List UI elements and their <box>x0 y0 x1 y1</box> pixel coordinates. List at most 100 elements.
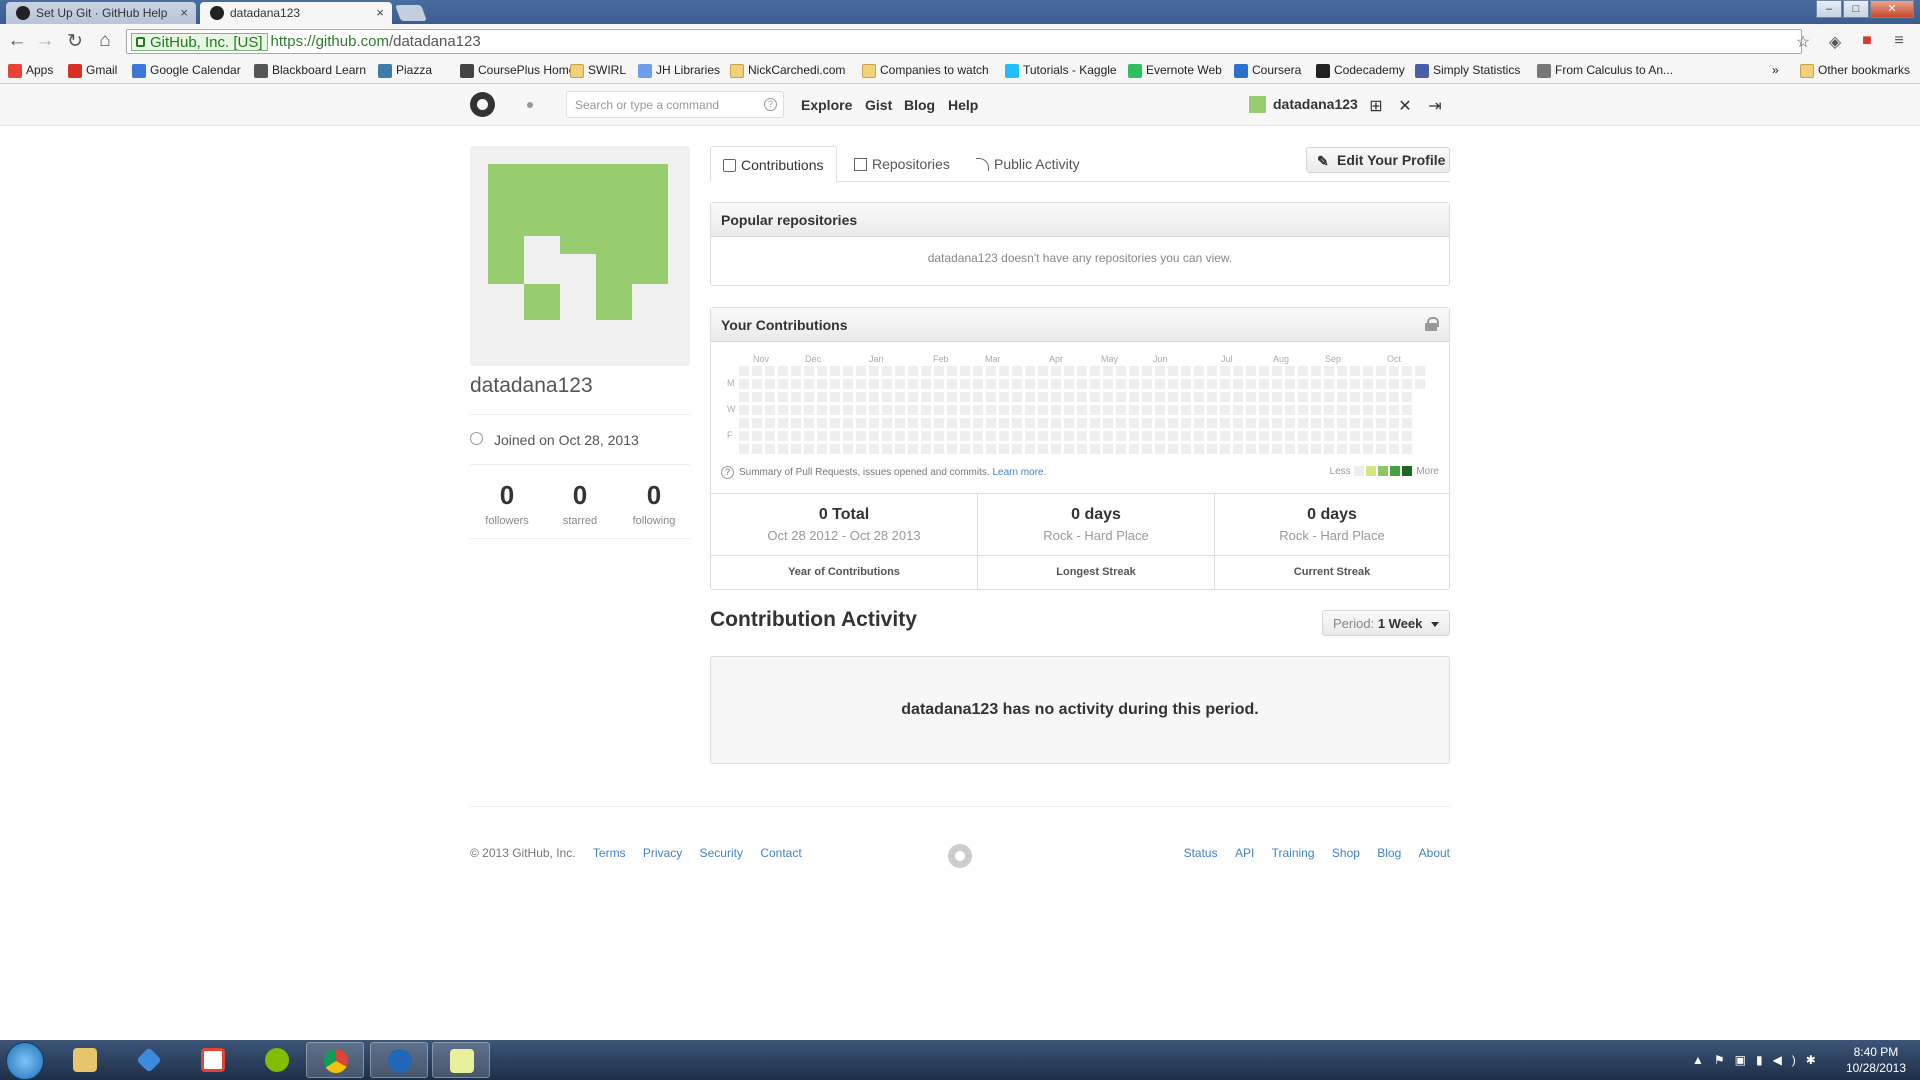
calendar-day-cell[interactable] <box>1220 379 1230 389</box>
calendar-day-cell[interactable] <box>765 405 775 415</box>
calendar-day-cell[interactable] <box>934 405 944 415</box>
calendar-day-cell[interactable] <box>778 392 788 402</box>
calendar-day-cell[interactable] <box>1246 418 1256 428</box>
calendar-day-cell[interactable] <box>1233 392 1243 402</box>
calendar-day-cell[interactable] <box>1376 392 1386 402</box>
calendar-day-cell[interactable] <box>986 418 996 428</box>
browser-tab-datadana123[interactable]: datadana123 × <box>200 2 392 24</box>
calendar-day-cell[interactable] <box>1207 379 1217 389</box>
calendar-day-cell[interactable] <box>1324 392 1334 402</box>
calendar-day-cell[interactable] <box>843 444 853 454</box>
notifications-dot-icon[interactable] <box>527 102 533 108</box>
calendar-day-cell[interactable] <box>791 444 801 454</box>
calendar-day-cell[interactable] <box>999 444 1009 454</box>
bookmark-15[interactable]: From Calculus to An... <box>1535 63 1673 78</box>
calendar-day-cell[interactable] <box>804 418 814 428</box>
calendar-day-cell[interactable] <box>1155 366 1165 376</box>
calendar-day-cell[interactable] <box>1025 444 1035 454</box>
calendar-day-cell[interactable] <box>1376 431 1386 441</box>
tab-close-icon[interactable]: × <box>180 5 188 20</box>
calendar-day-cell[interactable] <box>1389 366 1399 376</box>
calendar-day-cell[interactable] <box>1038 431 1048 441</box>
calendar-day-cell[interactable] <box>1220 392 1230 402</box>
calendar-day-cell[interactable] <box>1025 418 1035 428</box>
calendar-day-cell[interactable] <box>869 431 879 441</box>
calendar-day-cell[interactable] <box>1025 379 1035 389</box>
calendar-day-cell[interactable] <box>1389 431 1399 441</box>
calendar-day-cell[interactable] <box>869 392 879 402</box>
calendar-day-cell[interactable] <box>1168 418 1178 428</box>
calendar-day-cell[interactable] <box>1259 431 1269 441</box>
calendar-day-cell[interactable] <box>1168 431 1178 441</box>
calendar-day-cell[interactable] <box>856 392 866 402</box>
calendar-day-cell[interactable] <box>1012 392 1022 402</box>
calendar-day-cell[interactable] <box>1259 392 1269 402</box>
calendar-day-cell[interactable] <box>947 379 957 389</box>
calendar-day-cell[interactable] <box>1168 379 1178 389</box>
calendar-day-cell[interactable] <box>960 405 970 415</box>
calendar-day-cell[interactable] <box>1142 418 1152 428</box>
system-tray[interactable]: ▲⚑▣▮◀)✱ <box>1692 1053 1826 1067</box>
calendar-day-cell[interactable] <box>1012 379 1022 389</box>
calendar-day-cell[interactable] <box>1389 418 1399 428</box>
calendar-day-cell[interactable] <box>1389 379 1399 389</box>
calendar-day-cell[interactable] <box>921 379 931 389</box>
footer-link-privacy[interactable]: Privacy <box>643 846 682 860</box>
calendar-day-cell[interactable] <box>1402 405 1412 415</box>
calendar-day-cell[interactable] <box>947 405 957 415</box>
tab-public-activity[interactable]: Public Activity <box>964 146 1092 182</box>
calendar-day-cell[interactable] <box>947 366 957 376</box>
calendar-day-cell[interactable] <box>1389 392 1399 402</box>
calendar-day-cell[interactable] <box>908 392 918 402</box>
calendar-day-cell[interactable] <box>1220 418 1230 428</box>
calendar-day-cell[interactable] <box>843 379 853 389</box>
system-clock[interactable]: 8:40 PM 10/28/2013 <box>1846 1044 1906 1076</box>
calendar-day-cell[interactable] <box>895 405 905 415</box>
calendar-day-cell[interactable] <box>1142 444 1152 454</box>
close-window-icon[interactable]: ✕ <box>1870 0 1914 18</box>
bookmark-13[interactable]: Codecademy <box>1314 63 1405 78</box>
calendar-day-cell[interactable] <box>908 444 918 454</box>
bookmark-0[interactable]: Apps <box>6 63 53 78</box>
calendar-day-cell[interactable] <box>1363 444 1373 454</box>
calendar-day-cell[interactable] <box>973 431 983 441</box>
calendar-day-cell[interactable] <box>1077 444 1087 454</box>
calendar-day-cell[interactable] <box>1337 366 1347 376</box>
footer-link-security[interactable]: Security <box>700 846 743 860</box>
calendar-day-cell[interactable] <box>778 418 788 428</box>
calendar-day-cell[interactable] <box>1324 366 1334 376</box>
calendar-day-cell[interactable] <box>1064 444 1074 454</box>
calendar-day-cell[interactable] <box>1207 405 1217 415</box>
calendar-day-cell[interactable] <box>856 444 866 454</box>
calendar-day-cell[interactable] <box>765 444 775 454</box>
calendar-day-cell[interactable] <box>1051 379 1061 389</box>
calendar-day-cell[interactable] <box>1402 444 1412 454</box>
calendar-day-cell[interactable] <box>1090 379 1100 389</box>
calendar-day-cell[interactable] <box>908 431 918 441</box>
calendar-day-cell[interactable] <box>1259 366 1269 376</box>
calendar-day-cell[interactable] <box>856 405 866 415</box>
calendar-day-cell[interactable] <box>804 405 814 415</box>
bookmark-8[interactable]: NickCarchedi.com <box>728 63 845 78</box>
calendar-day-cell[interactable] <box>1337 392 1347 402</box>
calendar-day-cell[interactable] <box>1051 392 1061 402</box>
calendar-day-cell[interactable] <box>947 431 957 441</box>
calendar-day-cell[interactable] <box>1142 379 1152 389</box>
calendar-day-cell[interactable] <box>1402 392 1412 402</box>
period-dropdown[interactable]: Period: 1 Week <box>1322 610 1450 636</box>
calendar-day-cell[interactable] <box>1142 366 1152 376</box>
search-input[interactable]: Search or type a command ? <box>566 91 784 118</box>
bookmark-10[interactable]: Tutorials - Kaggle <box>1003 63 1117 78</box>
calendar-day-cell[interactable] <box>895 366 905 376</box>
calendar-day-cell[interactable] <box>1194 431 1204 441</box>
calendar-day-cell[interactable] <box>765 418 775 428</box>
rstudio-icon[interactable] <box>432 1042 490 1078</box>
calendar-day-cell[interactable] <box>1064 392 1074 402</box>
calendar-day-cell[interactable] <box>960 379 970 389</box>
calendar-day-cell[interactable] <box>843 405 853 415</box>
calendar-day-cell[interactable] <box>1324 444 1334 454</box>
calendar-day-cell[interactable] <box>1090 366 1100 376</box>
calendar-day-cell[interactable] <box>1064 431 1074 441</box>
calendar-day-cell[interactable] <box>895 444 905 454</box>
calendar-day-cell[interactable] <box>999 405 1009 415</box>
